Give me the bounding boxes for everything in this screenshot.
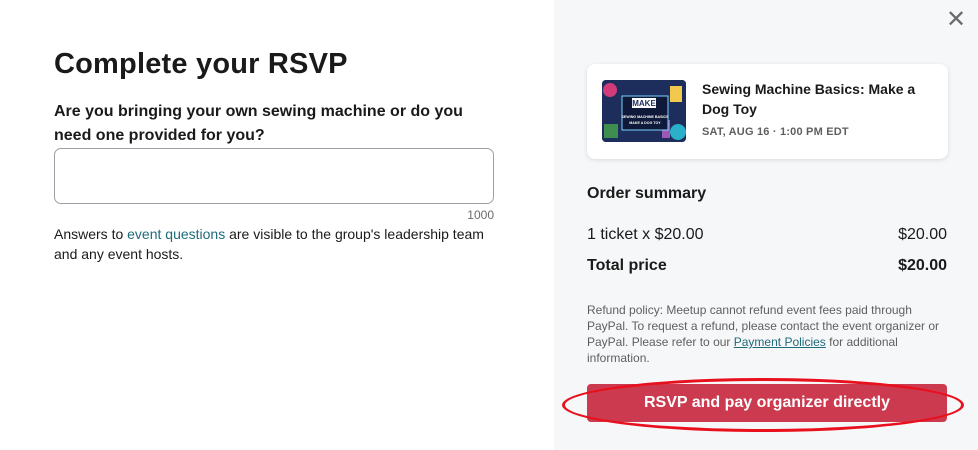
total-price: $20.00 (898, 257, 947, 274)
rsvp-pay-button[interactable]: RSVP and pay organizer directly (587, 384, 947, 422)
total-label: Total price (587, 257, 667, 274)
thumb-title: MAKE (632, 99, 656, 108)
privacy-note-prefix: Answers to (54, 226, 128, 242)
event-question-label: Are you bringing your own sewing machine… (54, 103, 463, 144)
event-thumbnail: MAKE SEWING MACHINE BASICS MAKE A DOG TO… (602, 80, 686, 142)
event-card: MAKE SEWING MACHINE BASICS MAKE A DOG TO… (587, 64, 948, 159)
rsvp-form-panel: Complete your RSVP Are you bringing your… (0, 0, 554, 450)
thumb-subtitle: SEWING MACHINE BASICS (622, 115, 670, 119)
character-limit: 1000 (467, 208, 494, 222)
event-question-answer-field[interactable] (54, 148, 494, 204)
refund-policy: Refund policy: Meetup cannot refund even… (587, 302, 947, 366)
event-title[interactable]: Sewing Machine Basics: Make a Dog Toy (702, 79, 932, 119)
ticket-line: 1 ticket x $20.00 $20.00 (587, 226, 947, 244)
payment-policies-link[interactable]: Payment Policies (734, 335, 826, 349)
privacy-note: Answers to event questions are visible t… (54, 224, 494, 264)
close-icon[interactable]: ✕ (944, 8, 968, 32)
ticket-line-price: $20.00 (898, 226, 947, 243)
page-title: Complete your RSVP (54, 48, 348, 80)
event-thumbnail-art: MAKE SEWING MACHINE BASICS MAKE A DOG TO… (602, 80, 686, 142)
total-line: Total price $20.00 (587, 257, 947, 275)
ticket-line-label: 1 ticket x $20.00 (587, 226, 704, 243)
event-questions-link[interactable]: event questions (127, 226, 225, 242)
event-date: SAT, AUG 16 · 1:00 PM EDT (702, 126, 849, 138)
order-summary-heading: Order summary (587, 185, 707, 202)
thumb-subtitle-2: MAKE A DOG TOY (629, 121, 661, 125)
